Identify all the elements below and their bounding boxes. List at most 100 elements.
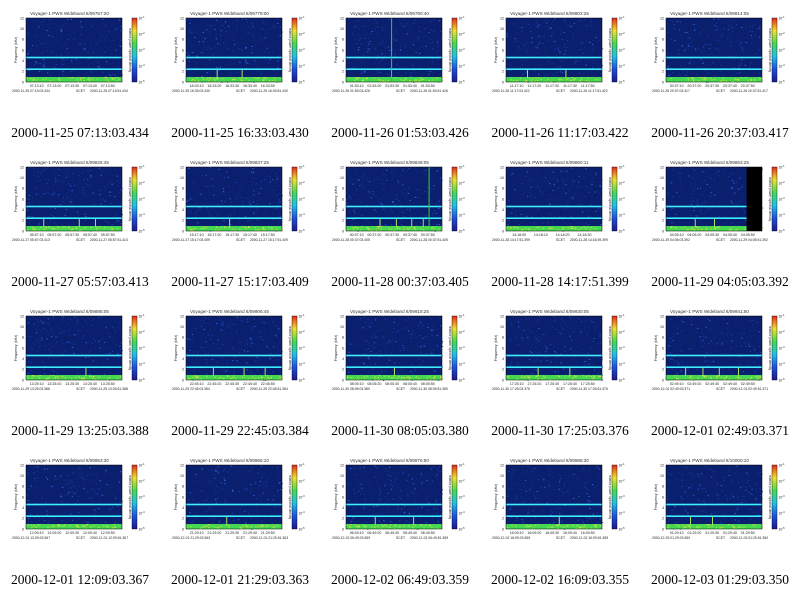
colorbar-tick-label: 10-3 — [619, 47, 626, 52]
noise-floor-speck — [536, 80, 539, 81]
chart-title: Voyager-1 PWS Wideband 6/09779:00 — [190, 11, 269, 16]
x-tick-label: 15:17:20 — [207, 233, 221, 237]
noise-floor-speck — [392, 377, 395, 379]
noise-floor-speck — [520, 375, 523, 377]
colorbar-tick-label: 10-2 — [459, 180, 466, 185]
noise-floor-speck — [33, 525, 35, 527]
spectrogram-panel[interactable]: Voyager-1 PWS Wideband 6/09918:25 0 2 4 6 8 10… — [320, 298, 480, 447]
spectrogram-panel[interactable]: Voyager-1 PWS Wideband 6/09976:50 0 2 4 6 8 10… — [320, 447, 480, 596]
y-tick-label: 2 — [502, 70, 504, 74]
noise-floor-speck — [699, 526, 701, 527]
noise-floor-speck — [222, 78, 224, 80]
colorbar-tick-exponent: -3 — [782, 494, 785, 498]
colorbar-tick-exponent: -1 — [462, 15, 465, 19]
y-tick-label: 8 — [502, 485, 504, 489]
spectrogram-panel[interactable]: Voyager-1 PWS Wideband 6/09802:25 0 2 4 6 8 10… — [480, 0, 640, 149]
noise-floor-speck — [714, 79, 716, 81]
spectrogram-panel[interactable]: Voyager-1 PWS Wideband 6/09790:40 0 2 4 6 8 10… — [320, 0, 480, 149]
scet-end-label: 2000-11-29 04:05:51.392 — [730, 238, 768, 242]
noise-floor-speck — [530, 525, 532, 526]
colorbar-tick-exponent: -2 — [142, 329, 145, 333]
noise-floor-speck — [759, 376, 762, 378]
noise-floor-speck — [738, 525, 741, 527]
colorbar-tick-exponent: -1 — [462, 313, 465, 317]
spectrogram-panel[interactable]: Voyager-1 PWS Wideband 6/09941:50 0 2 4 6 8 10… — [640, 298, 800, 447]
noise-floor-speck — [428, 80, 430, 81]
scet-label: SCET — [556, 89, 565, 93]
noise-floor-speck — [432, 227, 435, 229]
noise-floor-speck — [706, 227, 708, 229]
noise-floor-speck — [216, 226, 218, 228]
spectrogram-panel[interactable]: Voyager-1 PWS Wideband 6/09885:05 0 2 4 6 8 10… — [0, 298, 160, 447]
noise-floor-speck — [422, 78, 425, 80]
noise-floor-speck — [418, 79, 421, 81]
y-tick-label: 10 — [180, 27, 184, 31]
spectrogram-panel[interactable]: Voyager-1 PWS Wideband 6/09953:30 0 2 4 6 8 10… — [0, 447, 160, 596]
noise-floor-speck — [683, 526, 686, 528]
noise-floor-speck — [274, 525, 276, 527]
spectrogram-panel[interactable]: Voyager-1 PWS Wideband 6/09779:00 0 2 4 6 8 10… — [160, 0, 320, 149]
spectrogram-panel[interactable]: Voyager-1 PWS Wideband 6/09860:11 0 2 4 6 8 10… — [480, 149, 640, 298]
noise-floor-speck — [37, 524, 39, 526]
noise-floor-speck — [676, 378, 678, 380]
noise-floor-speck — [595, 525, 597, 527]
y-tick-label: 0 — [182, 229, 184, 233]
noise-floor-speck — [506, 376, 509, 378]
noise-floor-speck — [418, 377, 420, 379]
noise-floor-speck — [583, 526, 585, 528]
emission-line — [346, 515, 442, 517]
panel-caption: 2000-11-27 15:17:03.409 — [171, 274, 309, 289]
y-tick-label: 12 — [500, 314, 504, 318]
noise-floor-speck — [346, 524, 348, 526]
noise-floor-speck — [357, 376, 359, 378]
noise-floor-speck — [570, 228, 573, 229]
colorbar-tick-exponent: -2 — [302, 329, 305, 333]
noise-floor-speck — [383, 525, 385, 527]
interference-spike — [78, 219, 80, 227]
spectrogram-panel[interactable]: Voyager-1 PWS Wideband 6/09988:30 0 2 4 6 8 10… — [480, 447, 640, 596]
spectrogram-chart: Voyager-1 PWS Wideband 6/09814:05 0 2 4 6 8 10… — [652, 11, 785, 93]
scet-start-label: 2000-11-29 04:05:03.392 — [652, 238, 690, 242]
spectrogram-grid: Voyager-1 PWS Wideband 6/09757:20 0 2 4 6 8 10… — [0, 0, 800, 596]
noise-floor-speck — [715, 376, 718, 378]
noise-floor-speck — [231, 377, 234, 379]
spectrogram-panel[interactable]: Voyager-1 PWS Wideband 6/10000:10 0 2 4 6 8 10… — [640, 447, 800, 596]
y-axis-label: Frequency (kHz) — [654, 37, 658, 64]
panel-caption: 2000-11-26 11:17:03.422 — [491, 125, 629, 140]
x-tick-label: 08:05:50 — [421, 382, 435, 386]
noise-floor-speck — [733, 527, 735, 529]
emission-line — [666, 56, 762, 59]
emission-line — [26, 56, 122, 59]
emission-line — [186, 68, 282, 70]
y-tick-label: 6 — [182, 346, 184, 350]
noise-floor-speck — [106, 77, 108, 78]
y-tick-label: 10 — [180, 325, 184, 329]
noise-floor-speck — [692, 80, 695, 82]
noise-floor-speck — [667, 525, 670, 527]
panel-caption: 2000-11-26 01:53:03.426 — [331, 125, 469, 140]
noise-floor-speck — [516, 378, 518, 380]
noise-floor-speck — [714, 228, 716, 230]
spectrogram-panel[interactable]: Voyager-1 PWS Wideband 6/09837:25 0 2 4 6 8 10… — [160, 149, 320, 298]
colorbar-tick-exponent: -2 — [622, 31, 625, 35]
x-tick-label: 01:29:50 — [741, 531, 755, 535]
spectrogram-panel[interactable]: Voyager-1 PWS Wideband 6/09965:10 0 2 4 6 8 10… — [160, 447, 320, 596]
y-tick-label: 2 — [502, 219, 504, 223]
spectrogram-panel[interactable]: Voyager-1 PWS Wideband 6/09849:05 0 2 4 6 8 10… — [320, 149, 480, 298]
noise-floor-speck — [263, 77, 265, 79]
y-tick-label: 4 — [22, 506, 24, 510]
noise-floor-speck — [594, 228, 597, 230]
y-tick-label: 0 — [502, 80, 504, 84]
spectrogram-panel[interactable]: Voyager-1 PWS Wideband 6/09930:05 0 2 4 6 8 10… — [480, 298, 640, 447]
x-tick-label: 07:13:30 — [65, 84, 79, 88]
noise-floor-speck — [433, 378, 435, 379]
noise-floor-speck — [537, 524, 539, 526]
spectrogram-panel[interactable]: Voyager-1 PWS Wideband 6/09825:45 0 2 4 6 8 10… — [0, 149, 160, 298]
colorbar-tick-exponent: -4 — [782, 510, 785, 514]
spectrogram-panel[interactable]: Voyager-1 PWS Wideband 6/09863:25 0 2 4 6 8 10… — [640, 149, 800, 298]
spectrogram-panel[interactable]: Voyager-1 PWS Wideband 6/09906:45 0 2 4 6 8 10… — [160, 298, 320, 447]
spectrogram-panel[interactable]: Voyager-1 PWS Wideband 6/09814:05 0 2 4 6 8 10… — [640, 0, 800, 149]
spectrogram-panel[interactable]: Voyager-1 PWS Wideband 6/09757:20 0 2 4 6 8 10… — [0, 0, 160, 149]
y-axis-label: Frequency (kHz) — [334, 186, 338, 213]
y-axis-label: Frequency (kHz) — [494, 335, 498, 362]
